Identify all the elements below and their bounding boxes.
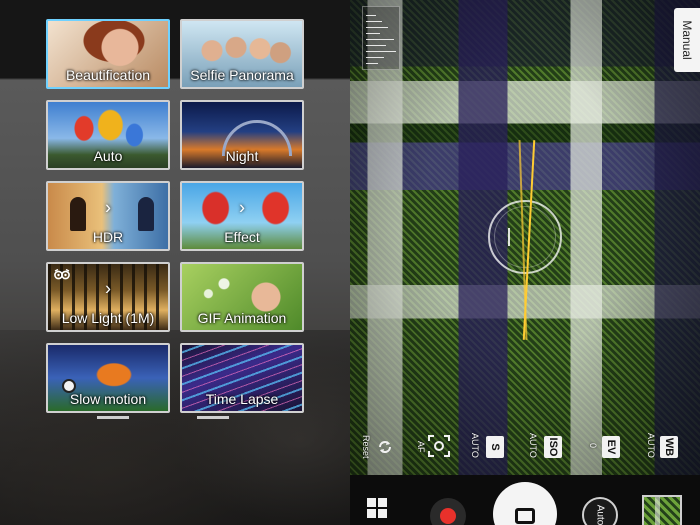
wb-label: WB <box>663 437 675 457</box>
mode-night[interactable]: Night <box>180 100 304 170</box>
page-indicator <box>97 416 129 419</box>
iso-label: ISO <box>547 437 559 457</box>
owl-icon <box>54 269 70 280</box>
ev-label: EV <box>605 439 617 455</box>
chevron-right-icon: › <box>105 278 111 299</box>
mode-label: Effect <box>224 229 260 245</box>
ev-setting[interactable]: 0 EV <box>586 425 632 471</box>
iso-setting[interactable]: AUTO ISO <box>526 425 572 471</box>
shutter-speed-label: S <box>489 443 501 451</box>
shutter-speed-setting[interactable]: AUTO S <box>468 425 514 471</box>
mode-gif-animation[interactable]: GIF Animation <box>180 262 304 332</box>
scene-auto-button[interactable]: Auto <box>582 497 618 525</box>
camera-viewfinder[interactable]: Manual Reset AF AUTO S AUTO ISO 0 EV AUT… <box>350 0 700 475</box>
mode-hdr[interactable]: › HDR <box>46 181 170 251</box>
mode-slow-motion[interactable]: Slow motion <box>46 343 170 413</box>
af-setting[interactable]: AF <box>412 425 460 471</box>
ev-badge: EV <box>602 436 620 458</box>
wb-setting[interactable]: AUTO WB <box>644 425 694 471</box>
page-indicator <box>197 416 229 419</box>
mode-grid-icon[interactable] <box>367 498 389 525</box>
shutter-speed-badge: S <box>486 436 504 458</box>
camera-icon <box>515 508 535 524</box>
ev-value: 0 <box>588 443 598 449</box>
mode-auto[interactable]: Auto <box>46 100 170 170</box>
mode-label: Slow motion <box>69 391 147 407</box>
chevron-right-icon: › <box>239 197 245 218</box>
af-label: AF <box>416 441 426 453</box>
camera-control-bar: Auto <box>350 475 700 525</box>
manual-label: Manual <box>680 20 694 60</box>
camera-mode-panel: Beautification Selfie Panorama Auto Nigh… <box>0 0 350 525</box>
mode-label: HDR <box>92 229 124 245</box>
mode-low-light[interactable]: › Low Light (1M) <box>46 262 170 332</box>
focus-ring <box>488 200 562 274</box>
shutter-button[interactable] <box>493 482 557 525</box>
mode-selfie-panorama[interactable]: Selfie Panorama <box>180 19 304 89</box>
record-button[interactable] <box>430 498 466 525</box>
mode-label: Selfie Panorama <box>190 67 294 83</box>
reset-icon <box>379 441 391 453</box>
shutter-value: AUTO <box>470 433 480 458</box>
manual-settings-bar: Reset AF AUTO S AUTO ISO 0 EV AUTO WB <box>350 425 700 475</box>
mode-label: Time Lapse <box>205 391 279 407</box>
mode-label: Beautification <box>65 67 151 83</box>
wb-badge: WB <box>660 436 678 458</box>
mode-label: Low Light (1M) <box>61 310 155 326</box>
auto-label: Auto <box>594 504 606 525</box>
wb-value: AUTO <box>646 433 656 458</box>
mode-time-lapse[interactable]: Time Lapse <box>180 343 304 413</box>
focus-icon <box>428 435 450 457</box>
gallery-thumbnail[interactable] <box>642 495 682 525</box>
mode-label: Auto <box>93 148 123 164</box>
histogram <box>362 6 400 70</box>
iso-badge: ISO <box>544 436 562 458</box>
manual-button[interactable]: Manual <box>674 8 700 72</box>
chevron-right-icon: › <box>105 197 111 218</box>
reset-label: Reset <box>361 435 371 459</box>
reset-setting[interactable]: Reset <box>356 425 396 471</box>
mode-label: Night <box>225 148 259 164</box>
focus-marker <box>508 228 510 246</box>
iso-value: AUTO <box>528 433 538 458</box>
mode-beautification[interactable]: Beautification <box>46 19 170 89</box>
mode-label: GIF Animation <box>197 310 287 326</box>
mode-effect[interactable]: › Effect <box>180 181 304 251</box>
